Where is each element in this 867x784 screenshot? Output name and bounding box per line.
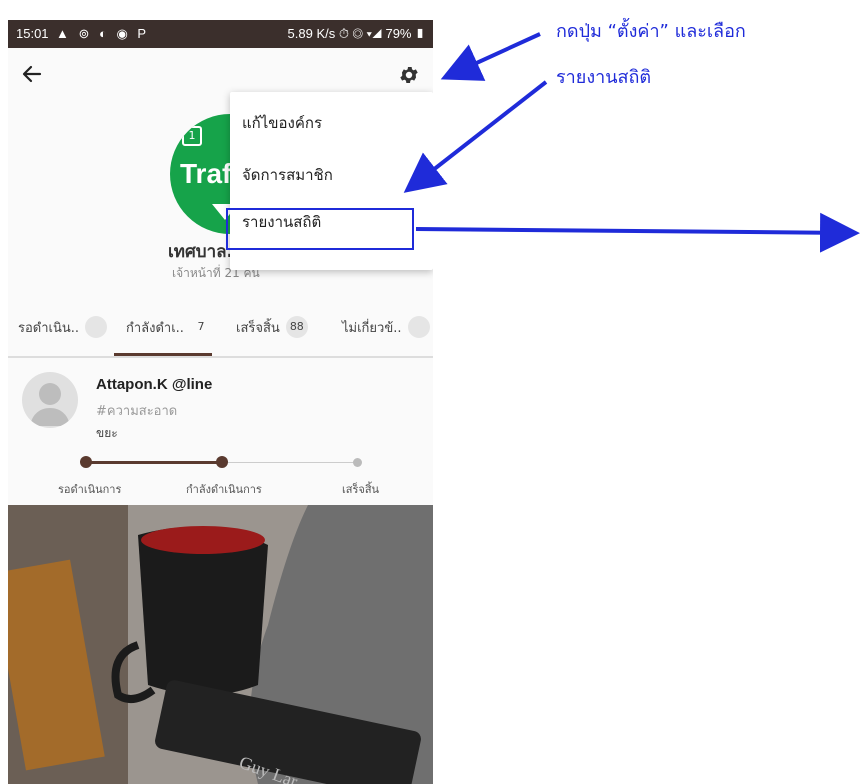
arrow-to-gear — [440, 32, 541, 81]
tab-done[interactable]: เสร็จสิ้น 88 — [236, 316, 308, 338]
post-username[interactable]: Attapon.K @line — [96, 376, 212, 393]
step-dot-pending — [80, 456, 92, 468]
tab-label: เสร็จสิ้น — [236, 320, 280, 336]
progress-line-todo — [222, 462, 358, 463]
status-bar: 15:01 ▲ ⊚ ◐ ◉ P 5.89 K/s ⏱ ◎ ▾◢ 79% ▮ — [8, 20, 433, 48]
tab-count: 88 — [285, 316, 308, 338]
progress-stepper: รอดำเนินการ กำลังดำเนินการ เสร็จสิ้น — [8, 452, 433, 496]
step-dot-done — [353, 458, 362, 467]
status-tabs: รอดำเนิน.. กำลังดำเ.. 7 เสร็จสิ้น 88 ไม่… — [8, 304, 433, 358]
org-logo-text: Traf — [180, 158, 232, 189]
progress-line-done — [86, 461, 222, 464]
step-label-in-progress: กำลังดำเนินการ — [186, 483, 262, 496]
tab-count: 7 — [197, 320, 205, 333]
tab-label: รอดำเนิน.. — [18, 320, 80, 336]
tab-count — [85, 316, 108, 338]
gear-icon[interactable] — [398, 64, 420, 86]
menu-edit-org[interactable]: แก้ไของค์กร — [230, 98, 433, 148]
post-text: ขยะ — [96, 426, 118, 440]
step-dot-in-progress — [216, 456, 228, 468]
tab-label: กำลังดำเ.. — [126, 320, 184, 336]
tab-active-indicator — [114, 353, 212, 356]
annotation-line-1: กดปุ่ม “ตั้งค่า” และเลือก — [556, 21, 746, 42]
back-arrow-icon[interactable] — [20, 62, 44, 86]
tab-label: ไม่เกี่ยวข้.. — [342, 320, 402, 336]
post-photo[interactable]: Guy Lar — [8, 505, 433, 784]
step-label-done: เสร็จสิ้น — [342, 483, 380, 496]
avatar[interactable] — [22, 372, 78, 428]
tab-count — [407, 316, 430, 338]
menu-manage-members[interactable]: จัดการสมาชิก — [230, 150, 433, 200]
status-time: 15:01 — [16, 26, 49, 41]
tab-pending[interactable]: รอดำเนิน.. — [18, 316, 108, 338]
tab-irrelevant[interactable]: ไม่เกี่ยวข้.. — [342, 316, 430, 338]
step-label-pending: รอดำเนินการ — [58, 483, 122, 496]
tab-in-progress[interactable]: กำลังดำเ.. 7 — [126, 316, 212, 338]
post-tag: #ความสะอาด — [96, 404, 178, 419]
status-right: 5.89 K/s ⏱ ◎ ▾◢ 79% ▮ — [287, 26, 425, 41]
photo-illustration: Guy Lar — [8, 505, 433, 784]
org-logo-badge: 1 — [182, 126, 202, 146]
highlight-box — [226, 208, 414, 250]
user-icon — [30, 383, 70, 426]
status-icons: ▲ ⊚ ◐ ◉ P — [56, 26, 150, 41]
annotation-line-2: รายงานสถิติ — [556, 67, 652, 88]
phone-screen: 15:01 ▲ ⊚ ◐ ◉ P 5.89 K/s ⏱ ◎ ▾◢ 79% ▮ 1 … — [8, 20, 433, 784]
arrow-right — [415, 212, 860, 253]
